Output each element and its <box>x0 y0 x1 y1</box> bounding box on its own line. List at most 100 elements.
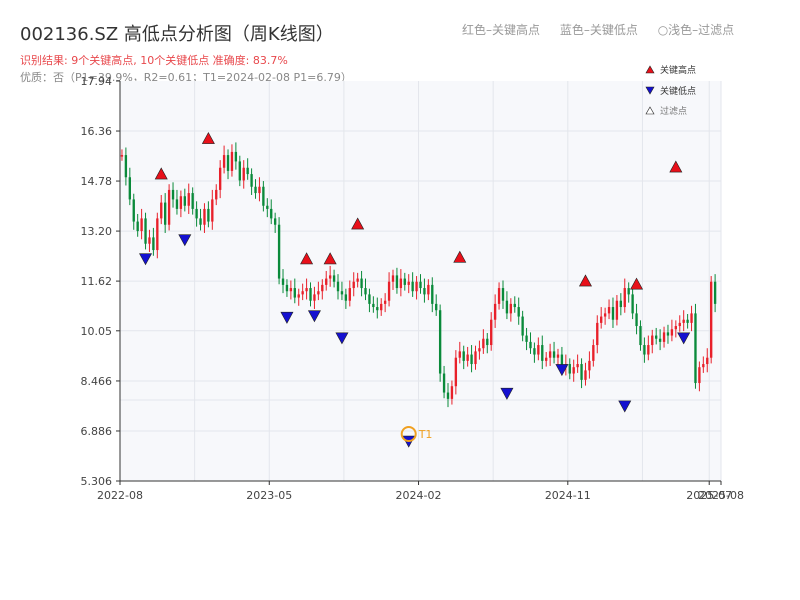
candle-body <box>607 307 611 314</box>
candle-body <box>592 345 595 361</box>
y-tick-label: 14.78 <box>81 175 113 188</box>
t1-label: T1 <box>418 428 433 441</box>
candle-body <box>234 151 238 162</box>
candle-body <box>647 345 650 355</box>
candle-body <box>486 338 489 346</box>
candle-body <box>285 284 289 292</box>
candle-body <box>419 281 422 289</box>
y-tick-label: 8.466 <box>81 375 113 388</box>
candle-body <box>136 221 139 232</box>
candle-body <box>226 155 230 171</box>
candle-body <box>309 288 312 301</box>
candle-body <box>513 303 516 308</box>
candle-body <box>183 196 186 206</box>
candle-body <box>666 332 670 336</box>
candle-body <box>600 316 603 323</box>
candle-body <box>442 373 446 393</box>
candle-body <box>321 284 324 292</box>
candle-body <box>262 186 265 206</box>
candle-body <box>493 303 497 320</box>
legend-high-icon <box>645 65 655 74</box>
candle-body <box>356 278 359 282</box>
candle-body <box>458 351 461 358</box>
candle-body <box>545 357 548 361</box>
y-axis-ticks: 5.306 6.886 8.466 10.05 11.62 13.20 14.78 16.36… <box>81 75 120 488</box>
candle-body <box>124 155 128 178</box>
candle-body <box>246 167 249 175</box>
candle-body <box>541 345 544 361</box>
candle-body <box>313 294 316 301</box>
candle-body <box>152 237 155 251</box>
candle-body <box>533 348 536 355</box>
candle-body <box>552 351 556 358</box>
candle-body <box>682 319 685 323</box>
candle-body <box>270 208 273 219</box>
candle-body <box>376 307 379 311</box>
candle-body <box>611 307 615 320</box>
candle-body <box>588 360 591 371</box>
candle-body <box>466 354 469 361</box>
candle-body <box>596 322 599 346</box>
candle-body <box>215 189 218 200</box>
y-tick-label: 10.05 <box>81 325 113 338</box>
candle-body <box>423 288 426 295</box>
candle-body <box>403 278 406 285</box>
candle-body <box>163 202 167 225</box>
candle-body <box>128 177 131 200</box>
candle-body <box>399 278 403 289</box>
candle-body <box>584 370 587 380</box>
candle-body <box>431 284 434 304</box>
candle-body <box>156 218 159 251</box>
legend-high-label: 关键高点 <box>660 64 696 76</box>
candle-body <box>548 351 552 358</box>
candle-body <box>517 307 520 317</box>
candle-body <box>195 208 198 219</box>
candle-body <box>387 281 391 301</box>
candle-body <box>395 275 399 289</box>
candle-body <box>690 313 693 323</box>
candle-body <box>187 193 190 206</box>
candle-body <box>289 288 293 292</box>
candle-body <box>281 278 285 285</box>
y-tick-label: 16.36 <box>81 125 113 138</box>
candle-body <box>631 294 634 314</box>
candle-body <box>211 199 214 222</box>
candlestick-chart: T1 5.306 6.886 8.466 10.05 11.62 13.20 14.78 16… <box>81 64 744 502</box>
candle-body <box>332 275 336 282</box>
candle-body <box>266 205 269 209</box>
candle-body <box>497 288 501 304</box>
candle-body <box>639 326 642 346</box>
candle-body <box>615 300 619 320</box>
candle-body <box>674 326 678 330</box>
candle-body <box>199 218 202 225</box>
candle-body <box>658 338 662 342</box>
candle-body <box>576 364 579 368</box>
candle-body <box>328 275 332 279</box>
candle-body <box>301 291 304 295</box>
candle-body <box>490 319 493 346</box>
candle-body <box>144 218 147 244</box>
candle-body <box>230 151 234 171</box>
candle-body <box>203 208 206 225</box>
candle-body <box>352 281 355 289</box>
candle-body <box>364 288 367 295</box>
candle-body <box>250 174 253 187</box>
candle-body <box>120 155 124 157</box>
candle-body <box>706 357 709 365</box>
candle-body <box>702 364 705 368</box>
candle-body <box>694 313 697 384</box>
candle-body <box>501 288 505 301</box>
candle-body <box>678 322 681 327</box>
candle-body <box>415 281 418 292</box>
y-tick-label: 13.20 <box>81 225 113 238</box>
candle-body <box>450 386 454 399</box>
y-tick-label: 6.886 <box>81 425 113 438</box>
candle-body <box>623 288 626 308</box>
candle-body <box>509 303 513 314</box>
candle-body <box>572 367 575 374</box>
candle-body <box>372 303 375 308</box>
candle-body <box>132 199 135 222</box>
candle-body <box>277 224 281 279</box>
candle-body <box>529 341 532 349</box>
candle-body <box>171 189 175 200</box>
